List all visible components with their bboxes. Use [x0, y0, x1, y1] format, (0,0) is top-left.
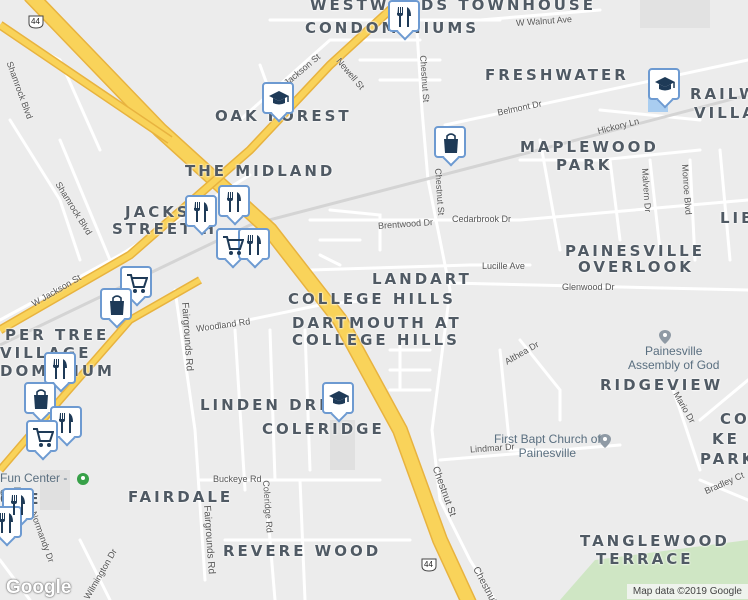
poi-assembly-line2: Assembly of God [628, 358, 720, 372]
neighborhood-label: VILLA [694, 104, 748, 122]
poi-assembly-line1: Painesville [645, 344, 703, 358]
neighborhood-label: WESTWOODS TOWNHOUSE [310, 0, 596, 14]
neighborhood-label: PARK [556, 156, 613, 174]
fork-knife-icon [247, 235, 261, 255]
restaurant-marker[interactable] [218, 185, 250, 217]
neighborhood-label: LANDART [372, 270, 472, 288]
fork-knife-icon [53, 359, 67, 379]
neighborhood-label: MAPLEWOOD [520, 138, 659, 156]
grocery-marker[interactable] [26, 420, 58, 452]
poi-fun-center-line1: Fun Center - [0, 471, 68, 485]
fork-knife-icon [194, 202, 208, 222]
fork-knife-icon [397, 7, 411, 27]
neighborhood-label: COLLEGE HILLS [292, 331, 460, 349]
neighborhood-label: FRESHWATER [485, 66, 629, 84]
restaurant-marker[interactable] [185, 195, 217, 227]
neighborhood-label: RAILW [690, 85, 748, 103]
fork-knife-icon [59, 413, 73, 433]
neighborhood-label: THE MIDLAND [185, 162, 336, 180]
church-pin-icon[interactable] [659, 330, 671, 344]
poi-first-baptist-church[interactable]: First Bapt Church of Painesville [494, 432, 601, 460]
neighborhood-label: COLERIDGE [262, 420, 385, 438]
shopping-cart-icon [223, 236, 244, 255]
school-marker[interactable] [648, 68, 680, 100]
restaurant-marker[interactable] [44, 352, 76, 384]
school-marker[interactable] [322, 382, 354, 414]
shopping-cart-icon [33, 428, 54, 447]
neighborhood-label: JACKS [125, 203, 191, 221]
neighborhood-label: REVERE WOOD [223, 542, 382, 560]
neighborhood-label: CO [720, 410, 748, 428]
neighborhood-label: LIB [720, 209, 748, 227]
street-label: Buckeye Rd [213, 474, 262, 484]
google-logo[interactable]: Google [6, 577, 71, 599]
map-attribution[interactable]: Map data ©2019 Google [626, 584, 748, 599]
route-44-shield-label: 44 [31, 17, 40, 26]
graduation-cap-icon [269, 91, 289, 105]
fork-knife-icon [227, 192, 241, 212]
graduation-cap-icon [655, 77, 675, 91]
neighborhood-label: COLLEGE HILLS [288, 290, 456, 308]
street-label: Glenwood Dr [562, 282, 615, 292]
street-label: Lucille Ave [482, 261, 525, 271]
restaurant-marker[interactable] [388, 0, 420, 32]
route-44-shield-label: 44 [424, 560, 433, 569]
poi-assembly-of-god[interactable]: Painesville Assembly of God [628, 344, 719, 372]
building-block [640, 0, 710, 28]
shopping-bag-icon [444, 133, 458, 153]
shopping-marker[interactable] [24, 382, 56, 414]
neighborhood-label: TANGLEWOOD [580, 532, 730, 550]
neighborhood-label: TERRACE [596, 550, 694, 568]
shopping-cart-icon [127, 274, 148, 293]
neighborhood-label: PARK [700, 450, 748, 468]
neighborhood-label: RIDGEVIEW [600, 376, 724, 394]
shopping-bag-icon [110, 295, 124, 315]
graduation-cap-icon [329, 391, 349, 405]
neighborhood-label: FAIRDALE [128, 488, 234, 506]
neighborhood-label: KE [712, 430, 740, 448]
fun-center-pin-icon[interactable] [77, 473, 89, 485]
poi-church-line2: Painesville [518, 446, 577, 460]
fork-knife-icon [0, 513, 13, 533]
shopping-bag-icon [34, 389, 48, 409]
school-marker[interactable] [262, 82, 294, 114]
street-label: Cedarbrook Dr [452, 214, 512, 224]
neighborhood-label: PER TREE [5, 326, 110, 344]
map-canvas[interactable]: WESTWOODS TOWNHOUSE CONDOMINIUMS FRESHWA… [0, 0, 748, 600]
poi-church-line1: First Bapt Church of [494, 432, 601, 446]
shopping-marker[interactable] [434, 126, 466, 158]
neighborhood-label: DARTMOUTH AT [292, 314, 462, 332]
neighborhood-label: OVERLOOK [578, 258, 694, 276]
